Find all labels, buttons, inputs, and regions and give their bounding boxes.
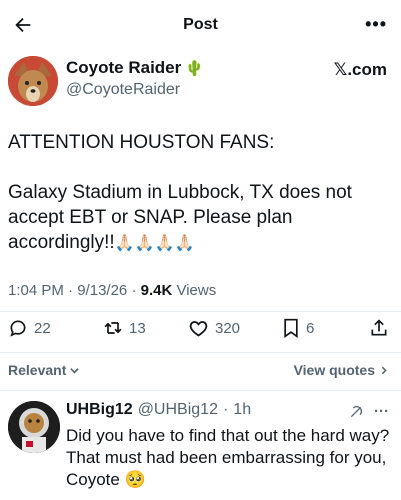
praying-hands-icon: 🙏🏻🙏🏻🙏🏻🙏🏻 [114,235,195,252]
more-options-button[interactable]: ••• [365,14,387,35]
source-label: 𝕏.com [333,60,387,79]
cactus-icon: 🌵 [185,60,204,77]
replies-sort-bar: Relevant View quotes [0,355,401,385]
top-bar: Post ••• [0,0,401,50]
divider [0,390,401,391]
author-avatar[interactable] [8,56,58,106]
post-line-1: ATTENTION HOUSTON FANS: [8,132,275,153]
views-count: 9.4K [140,282,173,299]
reply-tools: ··· [348,403,389,420]
reply-icon [10,320,26,337]
post-line-2: Galaxy Stadium in Lubbock, TX does not a… [8,182,352,253]
chevron-right-icon [381,366,387,374]
reply-author-handle[interactable]: @UHBig12 [138,401,218,419]
like-count: 320 [215,320,241,337]
heart-icon [189,321,208,337]
page-title: Post [183,16,218,33]
reply-item[interactable]: UHBig12 @UHBig12 · 1h ··· Did you have t… [0,395,401,500]
sort-relevant-dropdown[interactable]: Relevant [8,362,80,378]
reply-count: 22 [34,319,51,337]
post-date[interactable]: 9/13/26 [77,282,127,299]
bookmark-icon [284,318,298,338]
post-actions: 22 13 320 6 [0,312,401,348]
reply-button[interactable]: 22 [8,318,51,338]
bookmark-button[interactable]: 6 [282,318,314,338]
reply-avatar[interactable] [8,401,60,453]
repost-count: 13 [129,319,146,337]
reply-text: Did you have to find that out the hard w… [66,426,390,489]
reply-more-button[interactable]: ··· [374,403,389,420]
reply-time[interactable]: 1h [233,401,251,419]
post-meta: 1:04 PM · 9/13/26 · 9.4K Views [8,282,217,299]
share-button[interactable] [369,318,389,338]
grok-icon[interactable] [348,404,364,420]
repost-button[interactable]: 13 [103,318,146,338]
chevron-down-icon [70,367,80,374]
divider [0,352,401,353]
view-quotes-link[interactable]: View quotes [294,362,389,378]
post-time[interactable]: 1:04 PM [8,282,64,299]
like-button[interactable]: 320 [188,318,240,339]
views-label: Views [176,282,217,299]
reply-header: UHBig12 @UHBig12 · 1h [66,401,252,419]
bookmark-count: 6 [306,319,315,337]
post-text: ATTENTION HOUSTON FANS: Galaxy Stadium i… [8,130,396,256]
repost-icon [104,322,122,334]
share-icon [371,319,387,336]
author-name[interactable]: Coyote Raider 🌵 [66,58,204,78]
post-author: Coyote Raider 🌵 @CoyoteRaider 𝕏.com [0,50,401,120]
author-handle[interactable]: @CoyoteRaider [66,81,180,99]
reply-author-name[interactable]: UHBig12 [66,401,133,419]
